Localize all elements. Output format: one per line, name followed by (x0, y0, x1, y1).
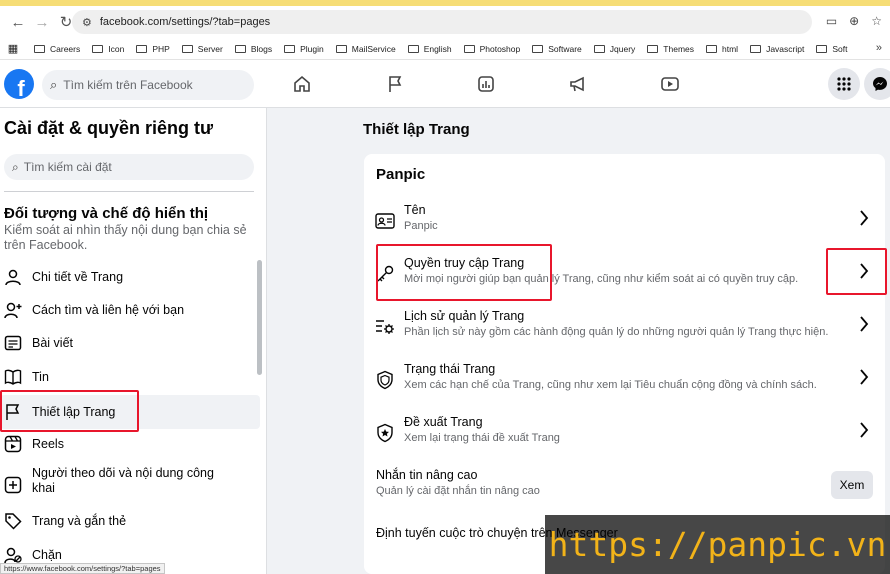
setting-row-page-recommendation[interactable]: Đề xuất Trang Xem lại trạng thái đề xuất… (364, 410, 885, 462)
cast-icon[interactable]: ▭ (826, 14, 837, 28)
settings-search-input[interactable]: ⌕ Tìm kiếm cài đặt (4, 154, 254, 180)
chevron-right-icon[interactable] (857, 420, 871, 440)
view-button[interactable]: Xem (831, 471, 873, 499)
watermark: https://panpic.vn (545, 515, 890, 574)
folder-icon (284, 44, 296, 53)
chevron-right-icon[interactable] (857, 261, 871, 281)
person-add-icon (2, 299, 24, 321)
facebook-search-input[interactable]: ⌕ Tìm kiếm trên Facebook (42, 70, 254, 100)
bookmark-folder[interactable]: MailService (335, 44, 396, 54)
browser-toolbar: ← → ↻ ⚙ facebook.com/settings/?tab=pages… (0, 6, 890, 38)
bookmark-folder[interactable]: Software (532, 44, 582, 54)
folder-icon (532, 44, 544, 53)
setting-row-page-access[interactable]: Quyền truy cập Trang Mời mọi người giúp … (364, 251, 885, 303)
sidebar-item-find-contact[interactable]: Cách tìm và liên hệ với bạn (0, 298, 260, 322)
public-icon (2, 474, 24, 496)
home-icon[interactable] (290, 72, 314, 96)
folder-icon (750, 44, 762, 53)
reels-icon (2, 433, 24, 455)
chevron-right-icon[interactable] (857, 367, 871, 387)
bookmark-folder[interactable]: English (407, 44, 452, 54)
chevron-right-icon[interactable] (857, 208, 871, 228)
folder-icon (593, 44, 605, 53)
menu-grid-icon[interactable] (828, 68, 860, 100)
shield-icon (374, 369, 396, 391)
folder-icon (136, 44, 148, 53)
sidebar-item-followers[interactable]: Người theo dõi và nội dung công khai (0, 466, 260, 500)
apps-grid-icon[interactable]: ▦ (4, 42, 22, 55)
post-icon (2, 332, 24, 354)
bookmark-folder[interactable]: html (706, 44, 738, 54)
card-title: Panpic (376, 166, 426, 183)
folder-icon (706, 44, 718, 53)
site-info-icon[interactable]: ⚙ (82, 16, 92, 29)
bookmarks-bar: ▦ Careers Icon PHP Server Blogs Plugin M… (0, 38, 890, 60)
url-text: facebook.com/settings/?tab=pages (99, 16, 271, 28)
sidebar-scrollbar[interactable] (257, 260, 262, 375)
setting-row-advanced-messaging: Nhắn tin nâng cao Quản lý cài đặt nhắn t… (376, 468, 540, 497)
sidebar-item-tagging[interactable]: Trang và gắn thẻ (0, 509, 260, 533)
folder-icon (816, 44, 828, 53)
settings-sidebar: Cài đặt & quyền riêng tư ⌕ Tìm kiếm cài … (0, 108, 267, 574)
facebook-logo[interactable]: f (4, 69, 34, 99)
tag-icon (2, 510, 24, 532)
sidebar-item-posts[interactable]: Bài viết (0, 331, 260, 355)
bookmark-folder[interactable]: Jquery (593, 44, 635, 54)
bookmark-folder[interactable]: Javascript (750, 44, 804, 54)
history-gear-icon (374, 316, 396, 338)
bookmark-folder[interactable]: Icon (92, 44, 124, 54)
folder-icon (234, 44, 246, 53)
sidebar-item-stories[interactable]: Tin (0, 365, 260, 389)
book-icon (2, 366, 24, 388)
bookmark-star-icon[interactable]: ☆ (871, 14, 882, 28)
sidebar-item-reels[interactable]: Reels (0, 432, 260, 456)
section-description: Kiểm soát ai nhìn thấy nội dung bạn chia… (4, 223, 247, 252)
megaphone-icon[interactable] (566, 72, 590, 96)
bookmark-folder[interactable]: Photoshop (463, 44, 520, 54)
folder-icon (407, 44, 419, 53)
bookmark-folder[interactable]: PHP (136, 44, 170, 54)
zoom-icon[interactable]: ⊕ (849, 14, 859, 28)
sidebar-item-page-setup[interactable]: Thiết lập Trang (0, 395, 260, 429)
bookmark-folder[interactable]: Soft (816, 44, 847, 54)
address-bar[interactable]: ⚙ facebook.com/settings/?tab=pages (72, 10, 812, 34)
key-icon (374, 263, 396, 285)
video-icon[interactable] (658, 72, 682, 96)
bookmark-folder[interactable]: Careers (34, 44, 80, 54)
flag-nav-icon[interactable] (383, 72, 407, 96)
person-icon (2, 266, 24, 288)
flag-icon (2, 401, 24, 423)
id-card-icon (374, 210, 396, 232)
setting-row-name[interactable]: Tên Panpic (364, 198, 885, 250)
chevron-right-icon[interactable] (857, 314, 871, 334)
search-icon: ⌕ (50, 77, 58, 92)
search-icon: ⌕ (12, 159, 19, 174)
bookmark-folder[interactable]: Plugin (284, 44, 324, 54)
folder-icon (335, 44, 347, 53)
facebook-header: f ⌕ Tìm kiếm trên Facebook (0, 60, 890, 108)
sidebar-title: Cài đặt & quyền riêng tư (4, 118, 214, 138)
folder-icon (34, 44, 45, 53)
folder-icon (463, 44, 475, 53)
sidebar-item-page-details[interactable]: Chi tiết về Trang (0, 265, 260, 289)
bookmark-folder[interactable]: Themes (647, 44, 694, 54)
back-icon[interactable]: ← (6, 10, 30, 34)
bookmark-folder[interactable]: Server (181, 44, 223, 54)
divider (4, 191, 254, 192)
section-title: Đối tượng và chế độ hiển thị (4, 205, 209, 222)
folder-icon (181, 44, 193, 53)
folder-icon (647, 44, 659, 53)
status-url-tooltip: https://www.facebook.com/settings/?tab=p… (0, 563, 165, 574)
page-title: Thiết lập Trang (363, 121, 470, 138)
bookmark-folder[interactable]: Blogs (234, 44, 272, 54)
setting-row-management-history[interactable]: Lịch sử quản lý Trang Phần lịch sử này g… (364, 304, 885, 356)
star-shield-icon (374, 422, 396, 444)
folder-icon (92, 44, 104, 53)
messenger-icon[interactable] (864, 68, 890, 100)
page-settings-card: Panpic Tên Panpic Quyền truy cập Trang M… (364, 154, 885, 574)
insights-icon[interactable] (474, 72, 498, 96)
setting-row-page-status[interactable]: Trạng thái Trang Xem các hạn chế của Tra… (364, 357, 885, 409)
more-bookmarks-icon[interactable]: » (876, 42, 882, 54)
forward-icon[interactable]: → (30, 10, 54, 34)
